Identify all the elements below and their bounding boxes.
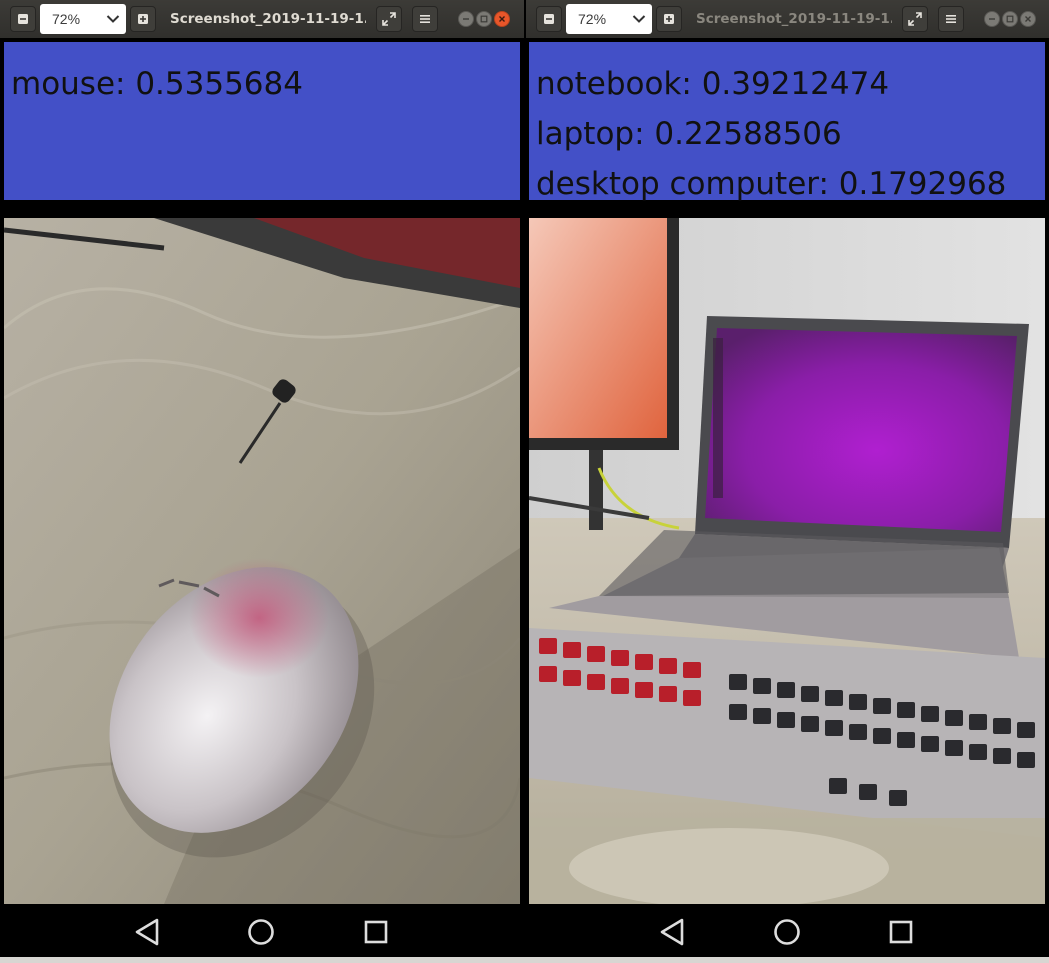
zoom-out-button[interactable]	[10, 6, 36, 32]
maximize-icon	[480, 15, 488, 23]
image-viewer-window-left: 72% Screenshot_2019-11-19-1... mouse: 0.…	[0, 0, 524, 963]
fullscreen-button[interactable]	[902, 6, 928, 32]
plus-icon	[138, 14, 148, 24]
chevron-down-icon	[632, 15, 646, 23]
expand-icon	[908, 12, 922, 26]
hamburger-menu-icon	[420, 15, 430, 23]
nav-home-button[interactable]	[772, 917, 802, 947]
fullscreen-button[interactable]	[376, 6, 402, 32]
zoom-level-value: 72%	[578, 11, 607, 27]
zoom-in-button[interactable]	[656, 6, 682, 32]
chevron-down-icon	[106, 15, 120, 23]
hamburger-menu-icon	[946, 15, 956, 23]
nav-recents-button[interactable]	[886, 917, 916, 947]
maximize-button[interactable]	[476, 11, 492, 27]
laptop-photo	[529, 218, 1045, 904]
image-viewer-window-right: 72% Screenshot_2019-11-19-1... notebook:…	[526, 0, 1049, 963]
prediction-label: notebook: 0.39212474	[536, 66, 890, 102]
maximize-button[interactable]	[1002, 11, 1018, 27]
close-icon	[499, 16, 505, 22]
zoom-level-select[interactable]: 72%	[40, 4, 126, 34]
zoom-in-button[interactable]	[130, 6, 156, 32]
camera-preview-image	[529, 218, 1045, 904]
zoom-level-select[interactable]: 72%	[566, 4, 652, 34]
android-navigation-bar	[0, 905, 524, 957]
minimize-button[interactable]	[984, 11, 1000, 27]
nav-recents-button[interactable]	[361, 917, 391, 947]
minimize-icon	[463, 18, 469, 20]
close-button[interactable]	[494, 11, 510, 27]
maximize-icon	[1006, 15, 1014, 23]
triangle-back-icon	[135, 918, 159, 946]
nav-home-button[interactable]	[246, 917, 276, 947]
camera-preview-image	[4, 218, 520, 904]
window-titlebar: 72% Screenshot_2019-11-19-1...	[0, 0, 524, 38]
minimize-icon	[989, 18, 995, 20]
minus-icon	[18, 14, 28, 24]
minimize-button[interactable]	[458, 11, 474, 27]
window-title: Screenshot_2019-11-19-1...	[696, 11, 892, 27]
circle-home-icon	[774, 919, 800, 945]
window-titlebar: 72% Screenshot_2019-11-19-1...	[526, 0, 1049, 38]
square-recents-icon	[889, 920, 913, 944]
square-recents-icon	[364, 920, 388, 944]
plus-icon	[664, 14, 674, 24]
close-button[interactable]	[1020, 11, 1036, 27]
prediction-panel: notebook: 0.39212474 laptop: 0.22588506 …	[529, 42, 1045, 202]
prediction-label: laptop: 0.22588506	[536, 116, 842, 152]
menu-button[interactable]	[938, 6, 964, 32]
close-icon	[1025, 16, 1031, 22]
desktop-background-strip	[0, 957, 1049, 963]
minus-icon	[544, 14, 554, 24]
triangle-back-icon	[660, 918, 684, 946]
expand-icon	[382, 12, 396, 26]
nav-back-button[interactable]	[132, 917, 162, 947]
menu-button[interactable]	[412, 6, 438, 32]
android-navigation-bar	[526, 905, 1049, 957]
circle-home-icon	[248, 919, 274, 945]
nav-back-button[interactable]	[657, 917, 687, 947]
zoom-level-value: 72%	[52, 11, 81, 27]
mouse-photo	[4, 218, 520, 904]
prediction-panel: mouse: 0.5355684	[4, 42, 520, 200]
window-title: Screenshot_2019-11-19-1...	[170, 11, 366, 27]
desktop: 72% Screenshot_2019-11-19-1... mouse: 0.…	[0, 0, 1049, 963]
prediction-label: desktop computer: 0.1792968	[536, 166, 1007, 202]
prediction-label: mouse: 0.5355684	[11, 66, 303, 102]
zoom-out-button[interactable]	[536, 6, 562, 32]
